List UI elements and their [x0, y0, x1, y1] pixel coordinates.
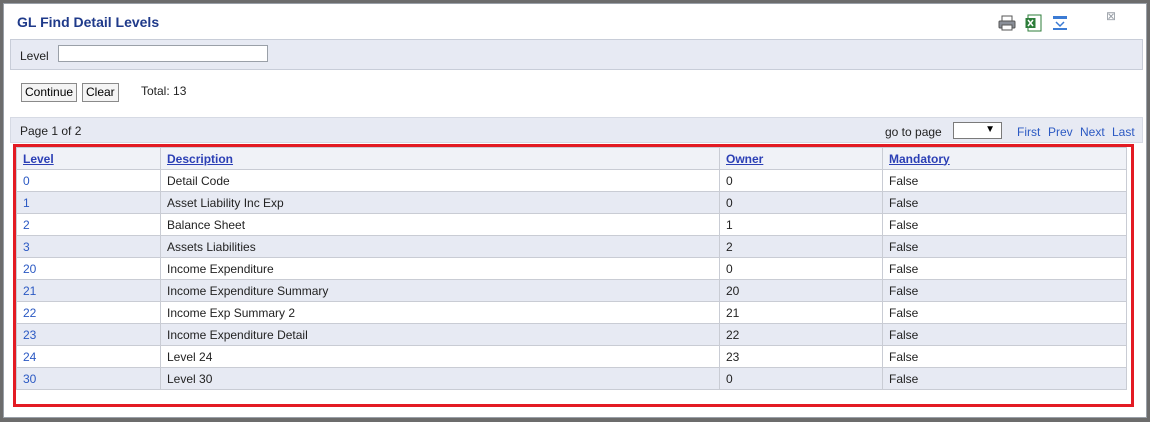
cell-level[interactable]: 0 [16, 169, 161, 192]
cell-level[interactable]: 3 [16, 235, 161, 258]
cell-level[interactable]: 21 [16, 279, 161, 302]
prev-page-link[interactable]: Prev [1048, 125, 1073, 139]
table-row[interactable]: 22 Income Exp Summary 2 21 False [16, 301, 1127, 324]
cell-mandatory: False [882, 323, 1127, 346]
gl-find-dialog: GL Find Detail Levels ⊠ Level Continue C… [3, 3, 1147, 418]
level-filter-label: Level [20, 49, 49, 63]
cell-mandatory: False [882, 169, 1127, 192]
clear-button[interactable]: Clear [82, 83, 119, 102]
excel-icon[interactable] [1025, 14, 1043, 32]
cell-description: Balance Sheet [160, 213, 720, 236]
cell-level[interactable]: 30 [16, 367, 161, 390]
cell-description: Level 30 [160, 367, 720, 390]
cell-owner: 22 [719, 323, 883, 346]
table-row[interactable]: 23 Income Expenditure Detail 22 False [16, 323, 1127, 346]
cell-owner: 0 [719, 191, 883, 214]
column-header-mandatory[interactable]: Mandatory [882, 147, 1127, 170]
print-icon[interactable] [998, 14, 1016, 32]
cell-mandatory: False [882, 367, 1127, 390]
filter-bar: Level [10, 39, 1143, 70]
cell-level[interactable]: 20 [16, 257, 161, 280]
cell-description: Income Expenditure Detail [160, 323, 720, 346]
table-row[interactable]: 1 Asset Liability Inc Exp 0 False [16, 191, 1127, 214]
table-row[interactable]: 3 Assets Liabilities 2 False [16, 235, 1127, 258]
table-row[interactable]: 0 Detail Code 0 False [16, 169, 1127, 192]
next-page-link[interactable]: Next [1080, 125, 1105, 139]
cell-owner: 0 [719, 257, 883, 280]
cell-description: Income Expenditure [160, 257, 720, 280]
filter-toggle-icon[interactable] [1051, 14, 1069, 32]
cell-mandatory: False [882, 235, 1127, 258]
cell-description: Detail Code [160, 169, 720, 192]
cell-owner: 21 [719, 301, 883, 324]
close-icon[interactable]: ⊠ [1106, 10, 1118, 22]
cell-level[interactable]: 22 [16, 301, 161, 324]
cell-owner: 2 [719, 235, 883, 258]
cell-owner: 1 [719, 213, 883, 236]
cell-description: Asset Liability Inc Exp [160, 191, 720, 214]
cell-level[interactable]: 2 [16, 213, 161, 236]
table-row[interactable]: 30 Level 30 0 False [16, 367, 1127, 390]
results-table: Level Description Owner Mandatory 0 Deta… [16, 147, 1127, 390]
cell-description: Assets Liabilities [160, 235, 720, 258]
cell-description: Income Exp Summary 2 [160, 301, 720, 324]
chevron-down-icon: ▼ [985, 124, 995, 135]
cell-owner: 0 [719, 169, 883, 192]
table-row[interactable]: 21 Income Expenditure Summary 20 False [16, 279, 1127, 302]
cell-owner: 23 [719, 345, 883, 368]
cell-owner: 20 [719, 279, 883, 302]
continue-button[interactable]: Continue [21, 83, 78, 102]
dialog-title: GL Find Detail Levels [17, 14, 160, 30]
page-info: Page 1 of 2 [20, 124, 82, 138]
table-row[interactable]: 20 Income Expenditure 0 False [16, 257, 1127, 280]
cell-description: Income Expenditure Summary [160, 279, 720, 302]
cell-description: Level 24 [160, 345, 720, 368]
cell-level[interactable]: 1 [16, 191, 161, 214]
table-row[interactable]: 2 Balance Sheet 1 False [16, 213, 1127, 236]
last-page-link[interactable]: Last [1112, 125, 1135, 139]
column-header-level[interactable]: Level [16, 147, 161, 170]
table-header-row: Level Description Owner Mandatory [16, 147, 1127, 170]
table-row[interactable]: 24 Level 24 23 False [16, 345, 1127, 368]
results-grid: Level Description Owner Mandatory 0 Deta… [13, 144, 1134, 407]
cell-level[interactable]: 23 [16, 323, 161, 346]
cell-mandatory: False [882, 257, 1127, 280]
cell-mandatory: False [882, 191, 1127, 214]
cell-mandatory: False [882, 279, 1127, 302]
first-page-link[interactable]: First [1017, 125, 1040, 139]
pager-bar: Page 1 of 2 go to page ▼ First Prev Next… [10, 117, 1143, 143]
column-header-owner[interactable]: Owner [719, 147, 883, 170]
cell-mandatory: False [882, 345, 1127, 368]
cell-mandatory: False [882, 213, 1127, 236]
column-header-description[interactable]: Description [160, 147, 720, 170]
goto-page-label: go to page [885, 125, 942, 139]
cell-mandatory: False [882, 301, 1127, 324]
cell-owner: 0 [719, 367, 883, 390]
cell-level[interactable]: 24 [16, 345, 161, 368]
total-count: Total: 13 [141, 84, 187, 98]
goto-page-select[interactable]: ▼ [953, 122, 1002, 139]
level-filter-input[interactable] [58, 45, 268, 62]
